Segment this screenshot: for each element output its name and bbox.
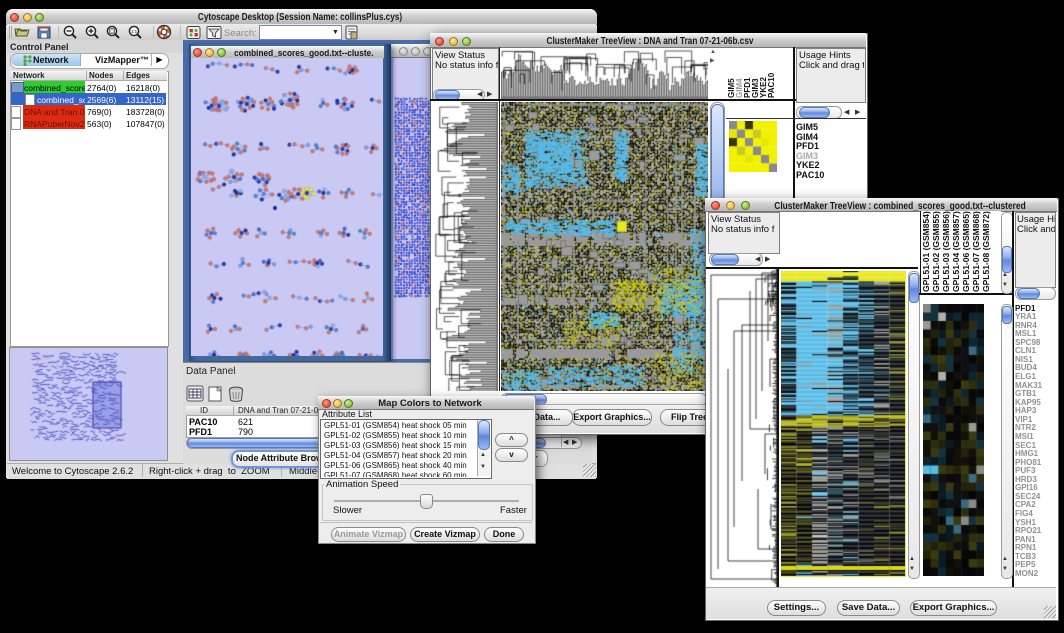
- svg-text:1:1: 1:1: [131, 29, 138, 34]
